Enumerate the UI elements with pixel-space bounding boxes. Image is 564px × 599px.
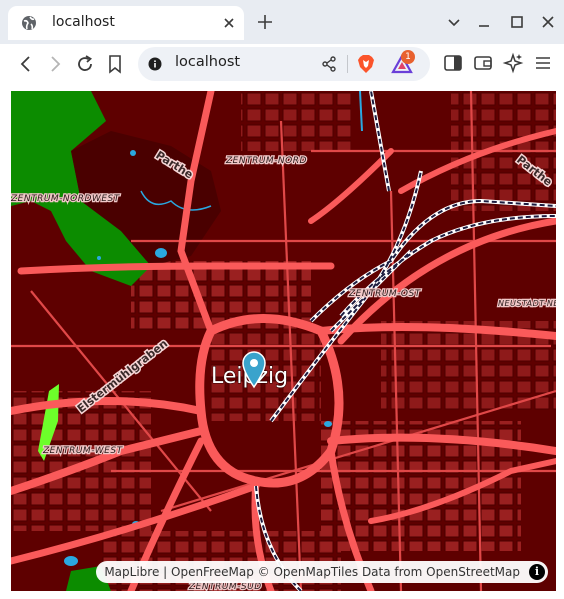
maximize-icon[interactable] [507, 12, 527, 32]
attribution-copyright: © [253, 565, 274, 579]
district-label-neustadt: NEUSTADT-NEUSCHÖNEFELD [498, 298, 556, 308]
forward-icon[interactable] [43, 52, 67, 76]
district-label-zentrum-west: ZENTRUM-WEST [42, 446, 124, 456]
attribution-data-from: Data from [358, 565, 427, 579]
attribution-separator: | [159, 565, 171, 579]
reload-icon[interactable] [73, 52, 97, 76]
bookmark-icon[interactable] [103, 52, 127, 76]
browser-toolbar: localhost 1 [0, 44, 564, 84]
wallet-icon[interactable] [472, 52, 494, 74]
district-label-zentrum-nord: ZENTRUM-NORD [225, 156, 307, 166]
openmaptiles-link[interactable]: OpenMapTiles [273, 565, 358, 579]
address-bar-separator [347, 55, 348, 73]
district-label-zentrum-ost: ZENTRUM-OST [348, 289, 422, 299]
globe-icon [22, 16, 36, 30]
leo-ai-icon[interactable] [502, 52, 524, 74]
brave-shields-icon[interactable] [357, 54, 375, 74]
tab-title: localhost [52, 14, 115, 30]
url-text: localhost [175, 54, 241, 70]
info-icon[interactable]: i [529, 564, 545, 580]
address-bar[interactable]: localhost 1 [138, 47, 430, 81]
menu-icon[interactable] [532, 52, 554, 74]
maplibre-link[interactable]: MapLibre [104, 565, 159, 579]
site-info-icon[interactable] [148, 57, 162, 71]
openstreetmap-link[interactable]: OpenStreetMap [426, 565, 520, 579]
rewards-badge: 1 [401, 50, 415, 64]
back-icon[interactable] [14, 52, 38, 76]
window-close-icon[interactable] [538, 12, 558, 32]
tab-strip: localhost [0, 0, 564, 44]
map-attribution: MapLibre | OpenFreeMap © OpenMapTiles Da… [96, 561, 548, 583]
openfreemap-link[interactable]: OpenFreeMap [171, 565, 254, 579]
sidebar-icon[interactable] [442, 52, 464, 74]
tab-localhost[interactable]: localhost [8, 6, 244, 40]
close-icon[interactable] [220, 14, 238, 32]
new-tab-icon[interactable] [255, 12, 275, 32]
share-icon[interactable] [320, 55, 338, 73]
chevron-down-icon[interactable] [444, 12, 464, 32]
page-bottom-edge [0, 591, 564, 599]
map-viewport[interactable]: ZENTRUM-NORD ZENTRUM-OST ZENTRUM-NORDWES… [11, 91, 556, 591]
minimize-icon[interactable] [474, 12, 494, 32]
map-canvas[interactable]: ZENTRUM-NORD ZENTRUM-OST ZENTRUM-NORDWES… [11, 91, 556, 591]
district-label-zentrum-nordwest: ZENTRUM-NORDWEST [11, 194, 121, 204]
